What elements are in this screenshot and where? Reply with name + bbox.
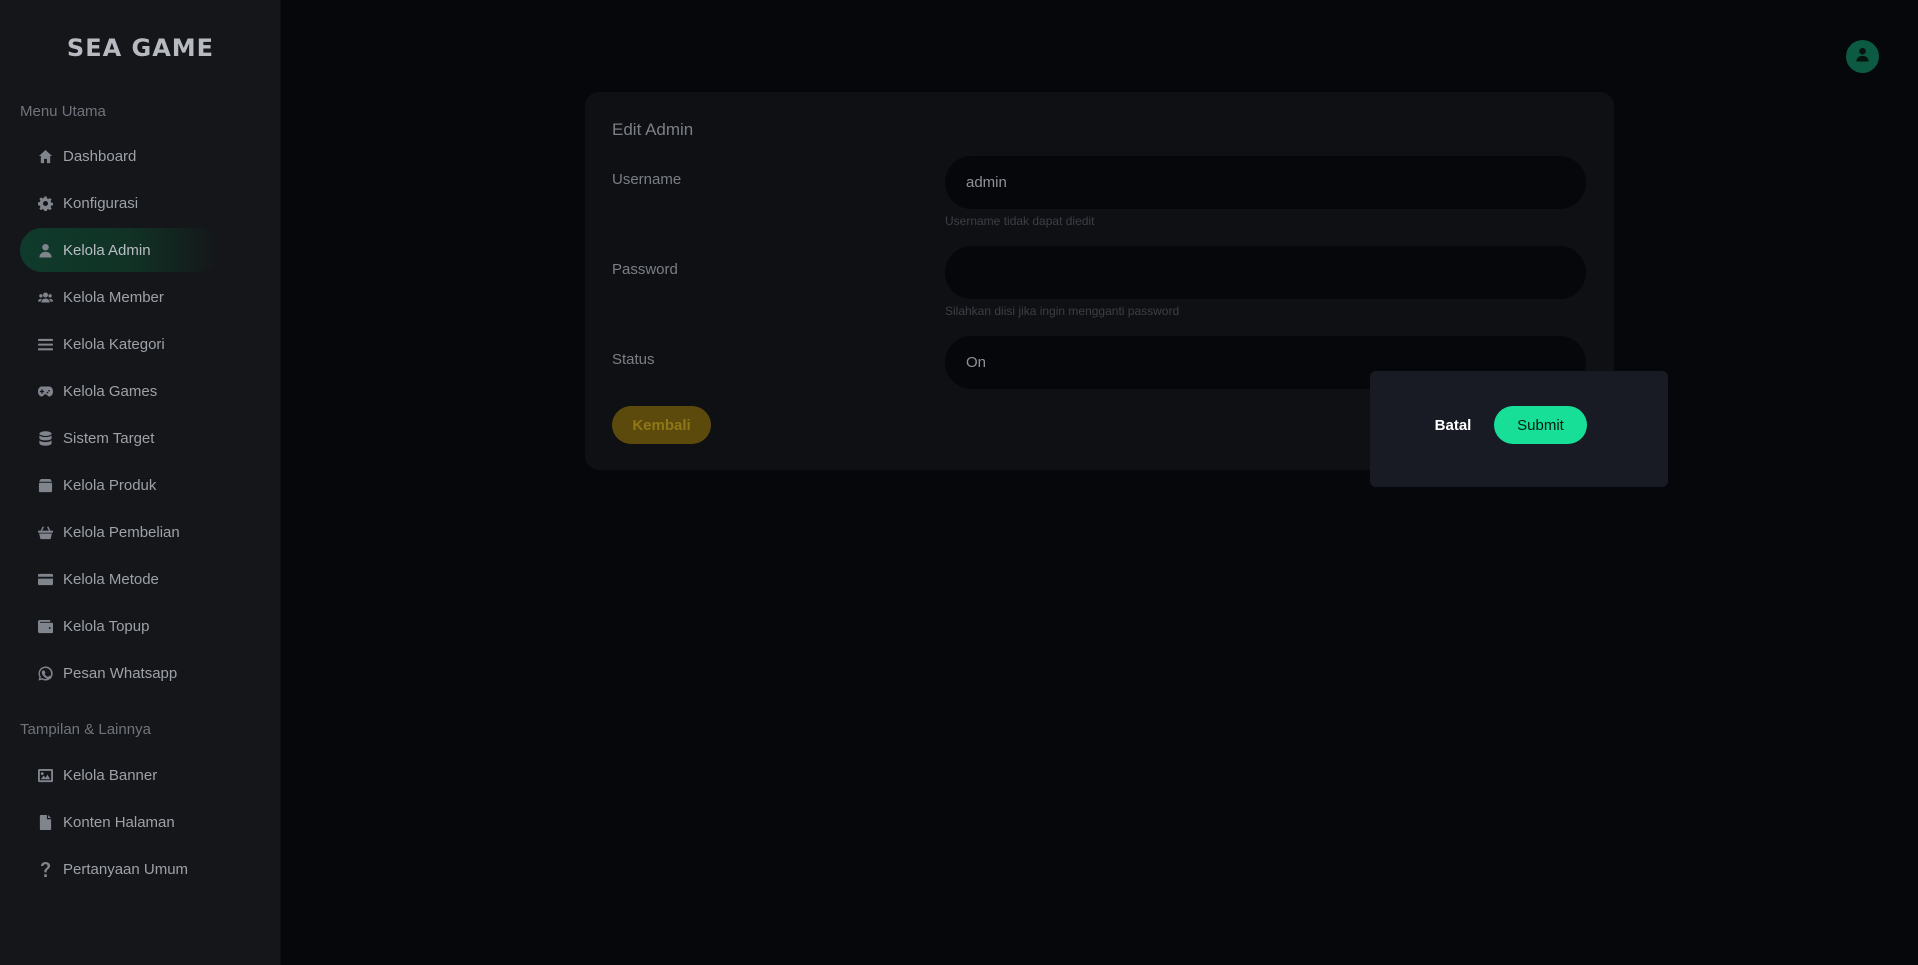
username-value: admin xyxy=(966,174,1007,191)
username-field[interactable]: admin xyxy=(945,156,1586,209)
user-avatar-button[interactable] xyxy=(1846,40,1879,73)
sidebar-item-kelola-banner[interactable]: Kelola Banner xyxy=(20,753,220,797)
file-icon xyxy=(37,814,53,830)
sidebar-item-label: Kelola Admin xyxy=(63,241,151,259)
sidebar: SEA GAME Menu Utama Dashboard Konfiguras… xyxy=(0,0,281,965)
basket-icon xyxy=(37,524,53,540)
list-icon xyxy=(37,336,53,352)
sidebar-item-label: Sistem Target xyxy=(63,429,155,447)
sidebar-item-kelola-topup[interactable]: Kelola Topup xyxy=(20,604,220,648)
username-help-text: Username tidak dapat diedit xyxy=(945,214,1095,228)
app-root: SEA GAME Menu Utama Dashboard Konfiguras… xyxy=(0,0,1918,965)
sidebar-item-dashboard[interactable]: Dashboard xyxy=(20,134,220,178)
sidebar-item-label: Kelola Games xyxy=(63,382,158,400)
sidebar-item-label: Kelola Kategori xyxy=(63,335,165,353)
sidebar-item-pesan-whatsapp[interactable]: Pesan Whatsapp xyxy=(20,651,220,695)
sidebar-item-kelola-pembelian[interactable]: Kelola Pembelian xyxy=(20,510,220,554)
section-title-other: Tampilan & Lainnya xyxy=(20,721,151,738)
sidebar-item-konfigurasi[interactable]: Konfigurasi xyxy=(20,181,220,225)
gear-icon xyxy=(37,195,53,211)
back-button[interactable]: Kembali xyxy=(612,406,711,444)
submit-button[interactable]: Submit xyxy=(1494,406,1587,444)
sidebar-item-label: Kelola Topup xyxy=(63,617,150,635)
sidebar-item-label: Kelola Produk xyxy=(63,476,157,494)
sidebar-item-label: Konten Halaman xyxy=(63,813,175,831)
username-label: Username xyxy=(612,171,682,188)
credit-card-icon xyxy=(37,571,53,587)
sidebar-item-kelola-games[interactable]: Kelola Games xyxy=(20,369,220,413)
wallet-icon xyxy=(37,618,53,634)
sidebar-item-kelola-admin[interactable]: Kelola Admin xyxy=(20,228,220,272)
database-icon xyxy=(37,430,53,446)
status-value: On xyxy=(966,354,987,371)
sidebar-item-label: Konfigurasi xyxy=(63,194,139,212)
home-icon xyxy=(37,148,53,164)
brand-logo[interactable]: SEA GAME xyxy=(0,34,281,62)
users-icon xyxy=(37,289,53,305)
sidebar-item-label: Pesan Whatsapp xyxy=(63,664,178,682)
sidebar-item-kelola-kategori[interactable]: Kelola Kategori xyxy=(20,322,220,366)
user-circle-icon xyxy=(1855,47,1870,67)
password-label: Password xyxy=(612,261,678,278)
card-title: Edit Admin xyxy=(612,120,694,139)
gamepad-icon xyxy=(37,383,53,399)
image-icon xyxy=(37,767,53,783)
sidebar-item-label: Kelola Pembelian xyxy=(63,523,180,541)
sidebar-item-label: Pertanyaan Umum xyxy=(63,860,189,878)
sidebar-item-kelola-metode[interactable]: Kelola Metode xyxy=(20,557,220,601)
sidebar-item-label: Kelola Banner xyxy=(63,766,158,784)
sidebar-item-konten-halaman[interactable]: Konten Halaman xyxy=(20,800,220,844)
section-title-main: Menu Utama xyxy=(20,103,106,120)
sidebar-item-kelola-produk[interactable]: Kelola Produk xyxy=(20,463,220,507)
cancel-button[interactable]: Batal xyxy=(1425,406,1481,444)
question-icon xyxy=(37,861,53,877)
password-help-text: Silahkan diisi jika ingin mengganti pass… xyxy=(945,304,1180,318)
sidebar-item-label: Kelola Member xyxy=(63,288,164,306)
sidebar-item-label: Dashboard xyxy=(63,147,137,165)
sidebar-item-label: Kelola Metode xyxy=(63,570,159,588)
sidebar-item-pertanyaan-umum[interactable]: Pertanyaan Umum xyxy=(20,847,220,891)
sidebar-item-sistem-target[interactable]: Sistem Target xyxy=(20,416,220,460)
status-label: Status xyxy=(612,351,655,368)
password-field[interactable] xyxy=(945,246,1586,299)
box-icon xyxy=(37,477,53,493)
user-icon xyxy=(37,242,53,258)
sidebar-item-kelola-member[interactable]: Kelola Member xyxy=(20,275,220,319)
whatsapp-icon xyxy=(37,665,53,681)
